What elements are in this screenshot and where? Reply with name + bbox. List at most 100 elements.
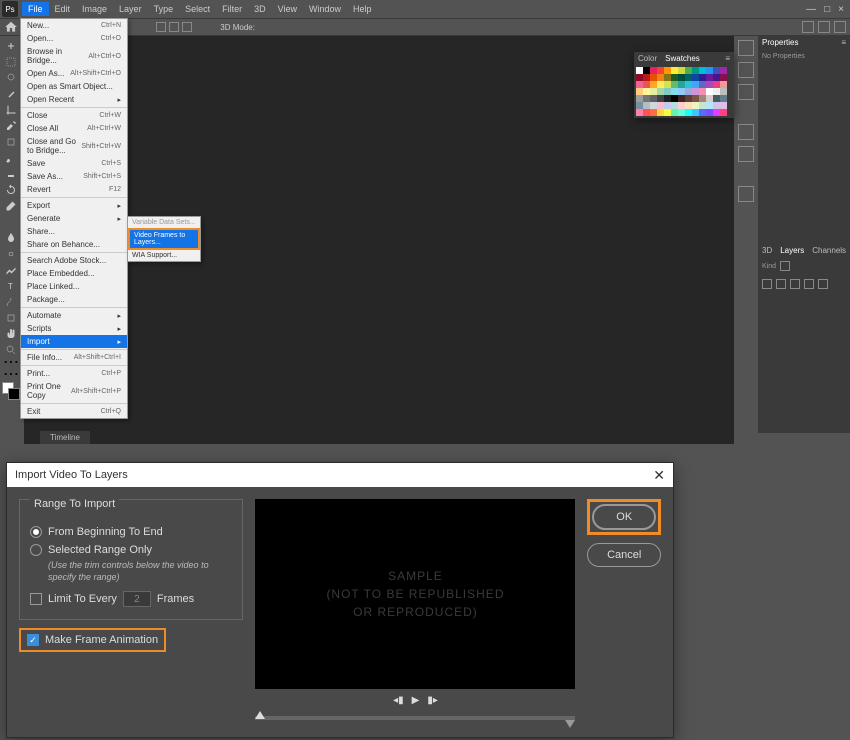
- layer-icon[interactable]: [818, 279, 828, 289]
- swatch[interactable]: [713, 67, 720, 74]
- prev-frame-icon[interactable]: ◂▮: [393, 695, 404, 706]
- swatch[interactable]: [671, 109, 678, 116]
- swatch[interactable]: [664, 81, 671, 88]
- swatch[interactable]: [699, 74, 706, 81]
- swatch[interactable]: [671, 95, 678, 102]
- swatch[interactable]: [699, 109, 706, 116]
- swatch[interactable]: [650, 109, 657, 116]
- swatch[interactable]: [713, 88, 720, 95]
- swatch[interactable]: [664, 67, 671, 74]
- eyedropper-tool[interactable]: [0, 118, 22, 134]
- swatch[interactable]: [636, 109, 643, 116]
- swatch[interactable]: [671, 67, 678, 74]
- swatch[interactable]: [636, 102, 643, 109]
- swatch[interactable]: [685, 88, 692, 95]
- file-menu-item[interactable]: SaveCtrl+S: [21, 157, 127, 170]
- make-frame-animation-row[interactable]: Make Frame Animation: [19, 628, 166, 652]
- edit-toolbar[interactable]: ⋯: [0, 366, 22, 382]
- swatch[interactable]: [720, 88, 727, 95]
- swatch[interactable]: [685, 74, 692, 81]
- dialog-close-icon[interactable]: ✕: [653, 467, 665, 484]
- menu-view[interactable]: View: [272, 2, 303, 16]
- swatch[interactable]: [650, 95, 657, 102]
- properties-tab[interactable]: Properties: [762, 38, 798, 47]
- menu-file[interactable]: File: [22, 2, 49, 16]
- swatch[interactable]: [643, 81, 650, 88]
- swatch[interactable]: [706, 95, 713, 102]
- color-swatches-tool[interactable]: [0, 382, 22, 402]
- swatch[interactable]: [643, 74, 650, 81]
- file-menu-item[interactable]: Generate▸: [21, 212, 127, 225]
- trim-handle-right[interactable]: [565, 720, 575, 728]
- limit-every-row[interactable]: Limit To Every Frames: [30, 591, 232, 607]
- swatch[interactable]: [692, 67, 699, 74]
- swatch[interactable]: [671, 88, 678, 95]
- swatch[interactable]: [692, 81, 699, 88]
- swatch[interactable]: [699, 81, 706, 88]
- swatch[interactable]: [657, 81, 664, 88]
- swatch[interactable]: [692, 109, 699, 116]
- minimize-icon[interactable]: —: [806, 4, 816, 15]
- swatches-tab[interactable]: Swatches: [665, 54, 700, 63]
- swatch[interactable]: [678, 81, 685, 88]
- timeline-tab[interactable]: Timeline: [40, 431, 90, 444]
- swatches-grid[interactable]: [634, 65, 734, 118]
- swatch[interactable]: [685, 81, 692, 88]
- close-icon[interactable]: ×: [838, 4, 844, 15]
- radio-beginning[interactable]: From Beginning To End: [30, 526, 232, 538]
- type-tool[interactable]: T: [0, 278, 22, 294]
- swatch[interactable]: [657, 109, 664, 116]
- menu-layer[interactable]: Layer: [113, 2, 148, 16]
- crop-tool[interactable]: [0, 102, 22, 118]
- file-menu-item[interactable]: Close and Go to Bridge...Shift+Ctrl+W: [21, 135, 127, 157]
- swatch[interactable]: [685, 67, 692, 74]
- file-menu-item[interactable]: ExitCtrl+Q: [21, 405, 127, 418]
- swatch[interactable]: [685, 102, 692, 109]
- share-icon[interactable]: [834, 21, 846, 33]
- swatch[interactable]: [664, 102, 671, 109]
- swatch[interactable]: [699, 95, 706, 102]
- frames-input[interactable]: [123, 591, 151, 607]
- swatch[interactable]: [643, 95, 650, 102]
- file-menu-item[interactable]: New...Ctrl+N: [21, 19, 127, 32]
- swatch[interactable]: [720, 102, 727, 109]
- file-menu-item[interactable]: Close AllAlt+Ctrl+W: [21, 122, 127, 135]
- align-icon[interactable]: [182, 22, 192, 32]
- swatch[interactable]: [699, 102, 706, 109]
- swatch[interactable]: [692, 102, 699, 109]
- swatch[interactable]: [664, 109, 671, 116]
- menu-window[interactable]: Window: [303, 2, 347, 16]
- move-tool[interactable]: [0, 38, 22, 54]
- swatch[interactable]: [685, 109, 692, 116]
- 3d-tab[interactable]: 3D: [762, 246, 772, 255]
- swatch[interactable]: [720, 109, 727, 116]
- pen-tool[interactable]: [0, 262, 22, 278]
- file-menu-item[interactable]: Scripts▸: [21, 322, 127, 335]
- gradient-tool[interactable]: [0, 214, 22, 230]
- eraser-tool[interactable]: [0, 198, 22, 214]
- play-icon[interactable]: ▶: [412, 695, 420, 706]
- dialog-titlebar[interactable]: Import Video To Layers ✕: [7, 463, 673, 487]
- maximize-icon[interactable]: □: [824, 4, 830, 15]
- swatch[interactable]: [713, 95, 720, 102]
- swatch[interactable]: [664, 74, 671, 81]
- lasso-tool[interactable]: [0, 70, 22, 86]
- swatch[interactable]: [650, 67, 657, 74]
- swatch[interactable]: [657, 74, 664, 81]
- layer-icon[interactable]: [776, 279, 786, 289]
- adjustments-panel-icon[interactable]: [738, 62, 754, 78]
- swatch[interactable]: [706, 88, 713, 95]
- home-icon[interactable]: [4, 20, 18, 34]
- cancel-button[interactable]: Cancel: [587, 543, 661, 567]
- workspace-icon[interactable]: [818, 21, 830, 33]
- swatch[interactable]: [650, 102, 657, 109]
- file-menu-item[interactable]: Automate▸: [21, 309, 127, 322]
- file-menu-item[interactable]: Print One CopyAlt+Shift+Ctrl+P: [21, 380, 127, 402]
- panel-menu-icon[interactable]: ≡: [841, 38, 846, 47]
- file-menu-item[interactable]: Browse in Bridge...Alt+Ctrl+O: [21, 45, 127, 67]
- swatch[interactable]: [720, 74, 727, 81]
- align-icon[interactable]: [169, 22, 179, 32]
- swatch[interactable]: [678, 74, 685, 81]
- swatch[interactable]: [713, 81, 720, 88]
- file-menu-item[interactable]: Save As...Shift+Ctrl+S: [21, 170, 127, 183]
